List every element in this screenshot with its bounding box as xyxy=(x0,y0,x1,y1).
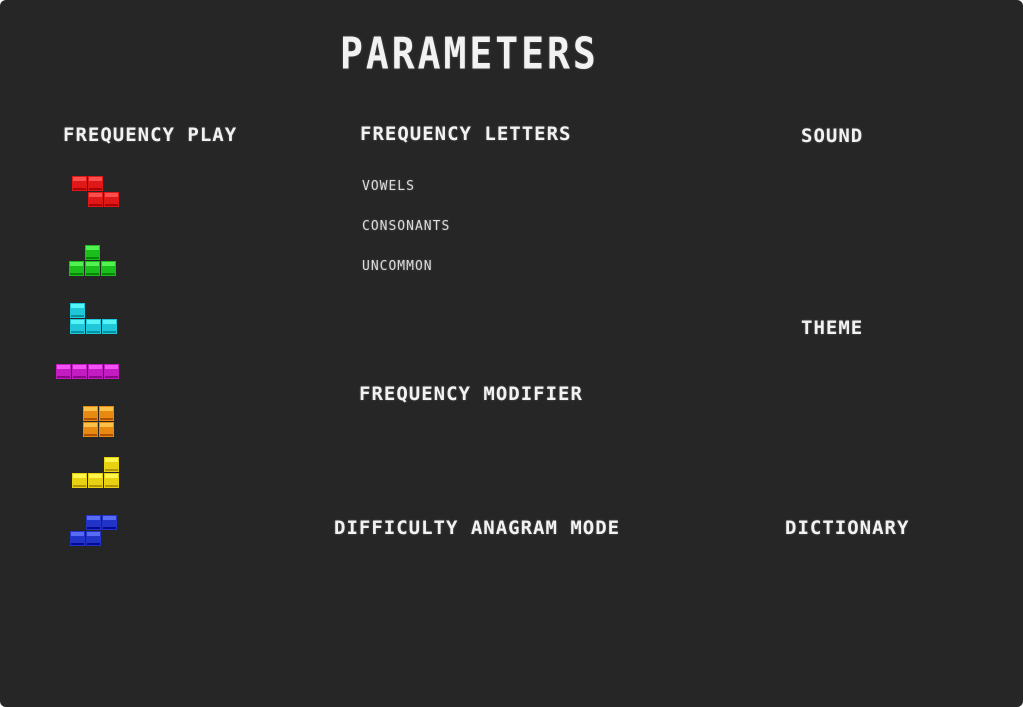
piece-block xyxy=(56,364,71,379)
piece-block xyxy=(88,176,103,191)
piece-block xyxy=(102,319,117,334)
piece-block xyxy=(86,515,101,530)
l-piece-icon[interactable] xyxy=(72,457,120,489)
piece-block xyxy=(104,192,119,207)
j-piece-icon xyxy=(70,303,117,334)
piece-block xyxy=(99,422,114,437)
piece-block xyxy=(72,473,87,488)
piece-block xyxy=(86,319,101,334)
page-title: PARAMETERS xyxy=(340,28,599,79)
frequency-letters-heading: FREQUENCY LETTERS xyxy=(360,123,572,145)
frequency-play-heading: FREQUENCY PLAY xyxy=(63,124,238,146)
frequency-modifier-heading: FREQUENCY MODIFIER xyxy=(359,383,583,405)
o-piece-icon[interactable] xyxy=(83,406,115,438)
s-piece-icon[interactable] xyxy=(70,515,118,547)
uncommon-label: UNCOMMON xyxy=(362,259,433,274)
difficulty-anagram-mode-heading: DIFFICULTY ANAGRAM MODE xyxy=(334,517,621,539)
l-piece-icon xyxy=(72,457,119,488)
s-piece-icon xyxy=(70,515,117,546)
piece-block xyxy=(99,406,114,421)
piece-block xyxy=(104,457,119,472)
piece-block xyxy=(69,261,84,276)
parameters-panel: PARAMETERS FREQUENCY PLAY FREQUENCY LETT… xyxy=(0,0,1023,707)
piece-block xyxy=(83,406,98,421)
piece-block xyxy=(88,192,103,207)
piece-block xyxy=(86,531,101,546)
z-piece-icon[interactable] xyxy=(72,176,120,208)
vowels-label: VOWELS xyxy=(362,179,415,194)
piece-block xyxy=(88,364,103,379)
piece-block xyxy=(72,364,87,379)
piece-block xyxy=(70,531,85,546)
piece-block xyxy=(102,515,117,530)
sound-heading: SOUND xyxy=(801,125,864,147)
piece-block xyxy=(72,176,87,191)
theme-heading: THEME xyxy=(801,317,864,339)
z-piece-icon xyxy=(72,176,119,207)
piece-block xyxy=(85,245,100,260)
t-piece-icon xyxy=(69,245,116,276)
i-piece-icon xyxy=(56,364,119,379)
dictionary-heading: DICTIONARY xyxy=(785,517,910,539)
piece-block xyxy=(104,473,119,488)
consonants-label: CONSONANTS xyxy=(362,219,451,234)
j-piece-icon[interactable] xyxy=(70,303,118,335)
o-piece-icon xyxy=(83,406,114,437)
t-piece-icon[interactable] xyxy=(69,245,117,277)
piece-block xyxy=(70,319,85,334)
piece-block xyxy=(85,261,100,276)
piece-block xyxy=(83,422,98,437)
i-piece-icon[interactable] xyxy=(56,364,120,380)
piece-block xyxy=(70,303,85,318)
piece-block xyxy=(88,473,103,488)
piece-block xyxy=(101,261,116,276)
piece-block xyxy=(104,364,119,379)
